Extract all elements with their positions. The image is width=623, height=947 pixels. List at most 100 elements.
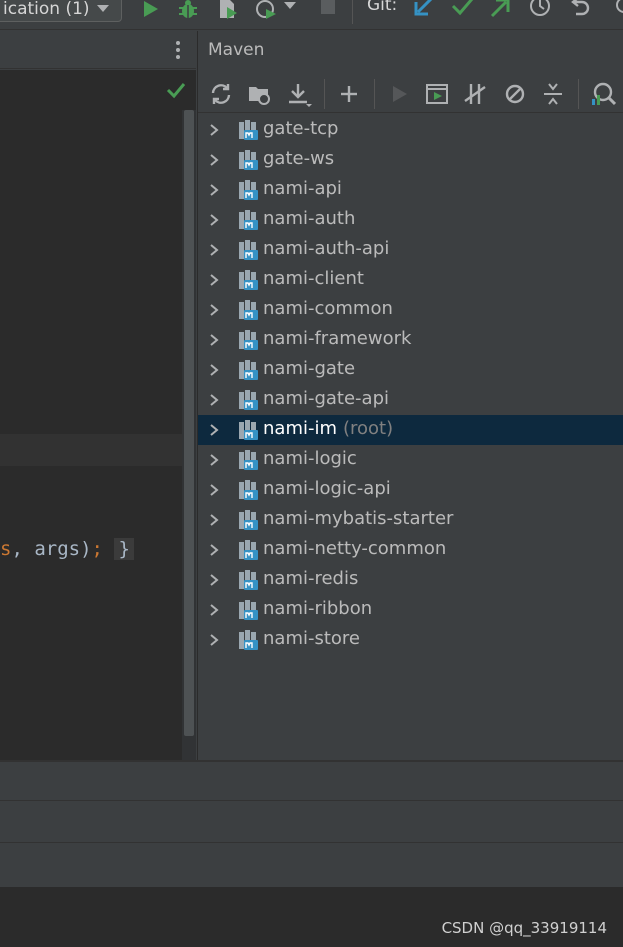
chevron-right-icon[interactable] xyxy=(208,183,220,197)
maven-module-label: nami-api xyxy=(263,178,342,199)
maven-tool-window: Maven gate-tcp gate-ws nami-api nami-aut… xyxy=(197,31,623,760)
chevron-right-icon[interactable] xyxy=(208,603,220,617)
rollback-icon[interactable] xyxy=(568,0,592,22)
inspection-ok-check-icon[interactable] xyxy=(166,80,186,100)
maven-module-icon xyxy=(239,210,258,230)
generate-sources-icon[interactable] xyxy=(246,81,272,107)
maven-module-icon xyxy=(239,540,258,560)
chevron-right-icon[interactable] xyxy=(208,393,220,407)
maven-module-item[interactable]: gate-ws xyxy=(198,145,623,175)
chevron-right-icon[interactable] xyxy=(208,453,220,467)
git-label: Git: xyxy=(367,0,398,15)
git-push-icon[interactable] xyxy=(488,0,512,22)
maven-module-icon xyxy=(239,420,258,440)
toolbar-separator xyxy=(352,0,353,24)
chevron-right-icon[interactable] xyxy=(208,423,220,437)
chevron-right-icon[interactable] xyxy=(208,243,220,257)
maven-module-label: gate-tcp xyxy=(263,118,339,139)
maven-panel-title: Maven xyxy=(208,40,265,60)
chevron-right-icon[interactable] xyxy=(208,153,220,167)
chevron-right-icon[interactable] xyxy=(208,123,220,137)
maven-module-label: nami-netty-common xyxy=(263,538,447,559)
chevron-right-icon[interactable] xyxy=(208,573,220,587)
chevron-right-icon[interactable] xyxy=(208,333,220,347)
maven-module-label: nami-redis xyxy=(263,568,359,589)
stop-icon[interactable] xyxy=(316,0,340,22)
code-editor[interactable]: s, args); } xyxy=(0,70,196,760)
chevron-right-icon[interactable] xyxy=(208,303,220,317)
maven-module-icon xyxy=(239,480,258,500)
code-token: , args) xyxy=(11,538,92,560)
debug-icon[interactable] xyxy=(176,0,200,22)
matched-brace: } xyxy=(114,538,134,560)
maven-module-label: nami-gate-api xyxy=(263,388,390,409)
toolbar-separator xyxy=(374,79,375,109)
chevron-right-icon[interactable] xyxy=(208,363,220,377)
profile-icon[interactable] xyxy=(254,0,278,22)
run-with-coverage-icon[interactable] xyxy=(216,0,240,22)
code-line: s, args); } xyxy=(0,538,134,566)
maven-module-icon xyxy=(239,570,258,590)
run-configuration-label: ication (1) xyxy=(3,0,90,19)
maven-module-label: nami-common xyxy=(263,298,393,319)
chevron-right-icon[interactable] xyxy=(208,483,220,497)
maven-module-item[interactable]: gate-tcp xyxy=(198,115,623,145)
maven-module-item[interactable]: nami-gate-api xyxy=(198,385,623,415)
more-options-icon[interactable] xyxy=(170,39,186,61)
maven-module-item[interactable]: nami-api xyxy=(198,175,623,205)
maven-module-item[interactable]: nami-netty-common xyxy=(198,535,623,565)
history-icon[interactable] xyxy=(528,0,552,22)
toolbar-separator xyxy=(324,79,325,109)
chevron-right-icon[interactable] xyxy=(208,633,220,647)
maven-module-item[interactable]: nami-mybatis-starter xyxy=(198,505,623,535)
run-icon[interactable] xyxy=(138,0,162,22)
chevron-down-icon[interactable] xyxy=(282,0,298,22)
maven-module-label: nami-auth-api xyxy=(263,238,390,259)
maven-module-item[interactable]: nami-framework xyxy=(198,325,623,355)
maven-module-icon xyxy=(239,120,258,140)
status-bar: CSDN @qq_33919114 xyxy=(0,887,623,947)
maven-module-icon xyxy=(239,180,258,200)
maven-module-item[interactable]: nami-auth xyxy=(198,205,623,235)
search-icon[interactable] xyxy=(612,0,623,22)
maven-module-item[interactable]: nami-client xyxy=(198,265,623,295)
skip-tests-icon[interactable] xyxy=(502,81,528,107)
chevron-right-icon[interactable] xyxy=(208,273,220,287)
maven-module-icon xyxy=(239,270,258,290)
chevron-right-icon[interactable] xyxy=(208,213,220,227)
maven-module-item[interactable]: nami-ribbon xyxy=(198,595,623,625)
add-icon[interactable] xyxy=(336,81,362,107)
maven-module-item[interactable]: nami-common xyxy=(198,295,623,325)
reload-icon[interactable] xyxy=(208,81,234,107)
run-configuration-dropdown[interactable]: ication (1) xyxy=(0,0,122,22)
editor-tab-bar xyxy=(0,31,196,69)
git-update-icon[interactable] xyxy=(412,0,436,22)
maven-module-item[interactable]: nami-auth-api xyxy=(198,235,623,265)
maven-module-icon xyxy=(239,360,258,380)
maven-module-item[interactable]: nami-store xyxy=(198,625,623,655)
chevron-right-icon[interactable] xyxy=(208,513,220,527)
maven-module-item[interactable]: nami-redis xyxy=(198,565,623,595)
editor-scrollbar-thumb[interactable] xyxy=(184,110,194,736)
watermark: CSDN @qq_33919114 xyxy=(441,919,607,937)
git-commit-icon[interactable] xyxy=(450,0,474,22)
chevron-right-icon[interactable] xyxy=(208,543,220,557)
maven-project-tree: gate-tcp gate-ws nami-api nami-auth nami-aut… xyxy=(198,115,623,655)
toggle-offline-icon[interactable] xyxy=(462,81,488,107)
download-icon[interactable] xyxy=(286,81,312,107)
maven-module-label: gate-ws xyxy=(263,148,335,169)
maven-module-item[interactable]: nami-logic xyxy=(198,445,623,475)
maven-module-item[interactable]: nami-im (root) xyxy=(198,415,623,445)
maven-module-label: nami-auth xyxy=(263,208,356,229)
maven-module-item[interactable]: nami-gate xyxy=(198,355,623,385)
execute-goal-icon[interactable] xyxy=(424,81,450,107)
maven-module-label: nami-logic-api xyxy=(263,478,391,499)
maven-module-icon xyxy=(239,240,258,260)
maven-module-icon xyxy=(239,450,258,470)
run-maven-build-icon[interactable] xyxy=(386,81,412,107)
collapse-all-icon[interactable] xyxy=(540,81,566,107)
main-toolbar: ication (1) Git: xyxy=(0,0,623,30)
maven-module-item[interactable]: nami-logic-api xyxy=(198,475,623,505)
maven-module-icon xyxy=(239,300,258,320)
analyze-dependencies-icon[interactable] xyxy=(590,81,616,107)
